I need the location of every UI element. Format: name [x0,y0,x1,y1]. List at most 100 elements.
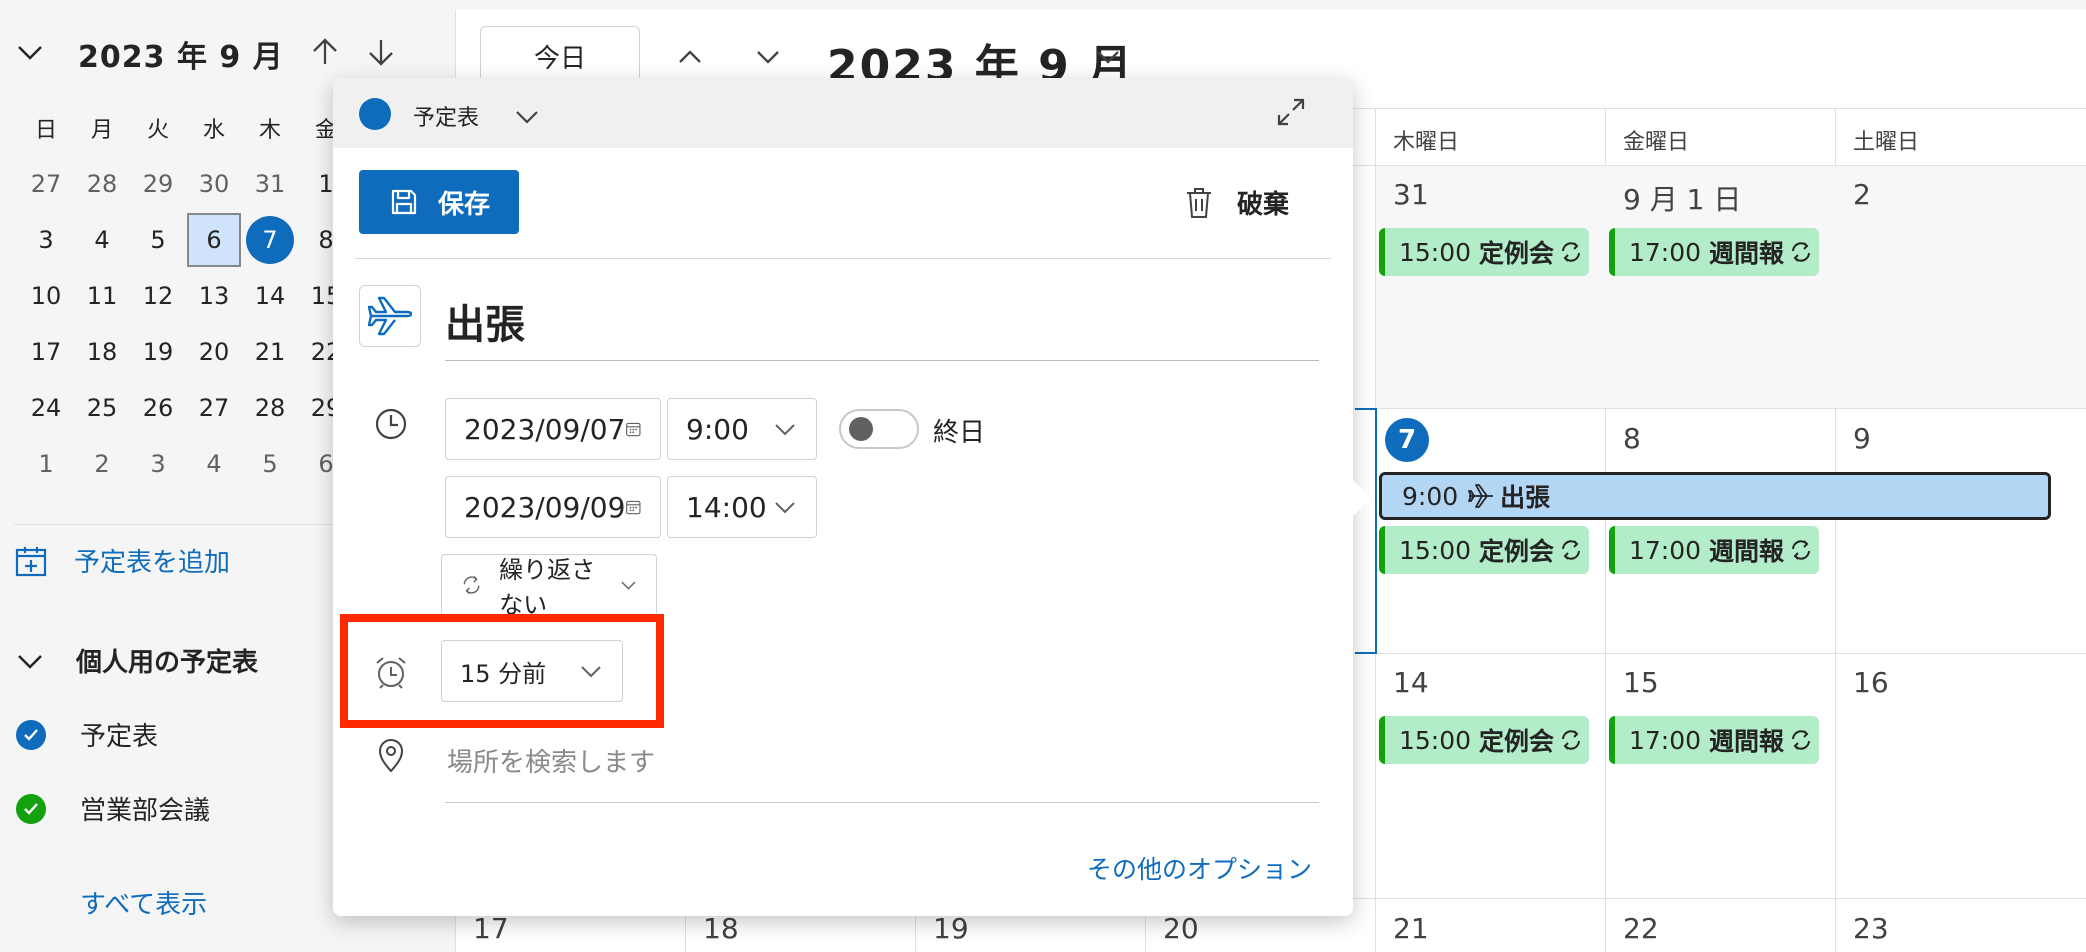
recurring-icon [1792,730,1811,750]
event-title: 出張 [1500,483,1551,512]
cell-date[interactable]: 22 [1623,912,1659,945]
mini-day[interactable]: 29 [130,156,186,212]
next-period-icon[interactable] [753,42,783,72]
mini-day[interactable]: 5 [242,436,298,492]
location-input[interactable]: 場所を検索します [447,742,655,779]
cell-date[interactable]: 15 [1623,666,1659,699]
mini-day[interactable]: 4 [186,436,242,492]
end-date-value: 2023/09/09 [464,490,626,524]
mini-day[interactable]: 2 [74,436,130,492]
calendar-add-icon [15,546,47,576]
event-regular-meeting[interactable]: 15:00 定例会 [1379,716,1589,764]
start-time-select[interactable]: 9:00 [667,398,817,460]
event-category-button[interactable] [359,285,421,347]
chevron-down-icon [775,424,795,436]
checkmark-icon [16,719,46,750]
event-weekly-report[interactable]: 17:00 週間報 [1609,228,1819,276]
mini-day[interactable]: 1 [18,436,74,492]
event-title: 週間報 [1709,537,1785,566]
mini-day[interactable]: 18 [74,324,130,380]
cell-date[interactable]: 8 [1623,422,1641,455]
mini-day[interactable]: 26 [130,380,186,436]
mini-day[interactable]: 24 [18,380,74,436]
cell-date[interactable]: 14 [1393,666,1429,699]
chevron-down-icon[interactable] [513,102,541,130]
event-regular-meeting[interactable]: 15:00 定例会 [1379,526,1589,574]
cell-date[interactable]: 9 月 1 日 [1623,178,1741,218]
month-picker-chevron-icon[interactable] [1093,42,1123,72]
mini-day-today[interactable]: 7 [242,212,298,268]
chevron-down-icon [775,502,795,514]
save-label: 保存 [437,189,490,220]
mini-day[interactable]: 31 [242,156,298,212]
event-editor-popup: 予定表 保存 破棄 出張 2023/09/07 9:00 終日 2023/09/… [333,78,1371,916]
weekday-label: 火 [146,118,169,143]
recurring-icon [1562,540,1581,560]
cell-date[interactable]: 19 [933,912,969,945]
add-calendar-label: 予定表を追加 [74,548,231,578]
mini-day[interactable]: 28 [242,380,298,436]
mini-day[interactable]: 30 [186,156,242,212]
trash-icon [1187,187,1211,218]
calendar-item-sales-meeting[interactable]: 営業部会議 [16,790,210,827]
mini-day[interactable]: 25 [74,380,130,436]
event-time: 15:00 [1399,535,1472,565]
event-weekly-report[interactable]: 17:00 週間報 [1609,526,1819,574]
personal-calendars-toggle[interactable]: 個人用の予定表 [14,642,258,679]
all-day-toggle[interactable] [839,409,919,449]
mini-day[interactable]: 13 [186,268,242,324]
divider [355,258,1331,259]
cell-date[interactable]: 2 [1853,178,1871,211]
show-all-link[interactable]: すべて表示 [80,884,207,921]
mini-day[interactable]: 28 [74,156,130,212]
mini-day[interactable]: 4 [74,212,130,268]
mini-day[interactable]: 5 [130,212,186,268]
mini-day[interactable]: 14 [242,268,298,324]
today-date-marker[interactable]: 7 [1385,418,1429,462]
cell-date[interactable]: 31 [1393,178,1429,211]
cell-date[interactable]: 23 [1853,912,1889,945]
mini-day[interactable]: 11 [74,268,130,324]
event-weekly-report[interactable]: 17:00 週間報 [1609,716,1819,764]
more-options-link[interactable]: その他のオプション [1087,850,1312,886]
today-button[interactable]: 今日 [480,26,640,86]
calendar-picker-label[interactable]: 予定表 [413,100,479,132]
previous-period-icon[interactable] [675,42,705,72]
mini-day[interactable]: 27 [18,156,74,212]
event-title: 定例会 [1479,239,1555,268]
mini-day[interactable]: 3 [18,212,74,268]
next-month-icon[interactable] [366,36,396,68]
mini-day[interactable]: 27 [186,380,242,436]
event-business-trip[interactable]: 9:00 出張 [1379,472,2051,520]
mini-day[interactable]: 10 [18,268,74,324]
mini-day[interactable]: 21 [242,324,298,380]
end-time-select[interactable]: 14:00 [667,476,817,538]
popup-pointer [1349,476,1371,520]
mini-day-selected[interactable]: 6 [187,213,241,267]
cell-date[interactable]: 20 [1163,912,1199,945]
cell-date[interactable]: 17 [473,912,509,945]
end-date-field[interactable]: 2023/09/09 [445,476,661,538]
cell-date[interactable]: 18 [703,912,739,945]
save-button[interactable]: 保存 [359,170,519,234]
cell-date[interactable]: 9 [1853,422,1871,455]
cell-date[interactable]: 16 [1853,666,1889,699]
collapse-month-icon[interactable] [14,36,46,68]
event-time: 17:00 [1629,237,1702,267]
mini-day[interactable]: 20 [186,324,242,380]
mini-day[interactable]: 17 [18,324,74,380]
add-calendar-link[interactable]: 予定表を追加 [14,542,230,579]
mini-day[interactable]: 19 [130,324,186,380]
previous-month-icon[interactable] [310,36,340,68]
mini-day[interactable]: 3 [130,436,186,492]
event-regular-meeting[interactable]: 15:00 定例会 [1379,228,1589,276]
cell-date[interactable]: 21 [1393,912,1429,945]
start-date-field[interactable]: 2023/09/07 [445,398,661,460]
recurring-icon [1562,242,1581,262]
calendar-item-schedule[interactable]: 予定表 [16,716,158,753]
repeat-select[interactable]: 繰り返さない [441,554,657,619]
discard-button[interactable]: 破棄 [1183,184,1289,221]
mini-day[interactable]: 12 [130,268,186,324]
event-title-input[interactable]: 出張 [445,292,525,350]
expand-icon[interactable] [1275,96,1307,128]
